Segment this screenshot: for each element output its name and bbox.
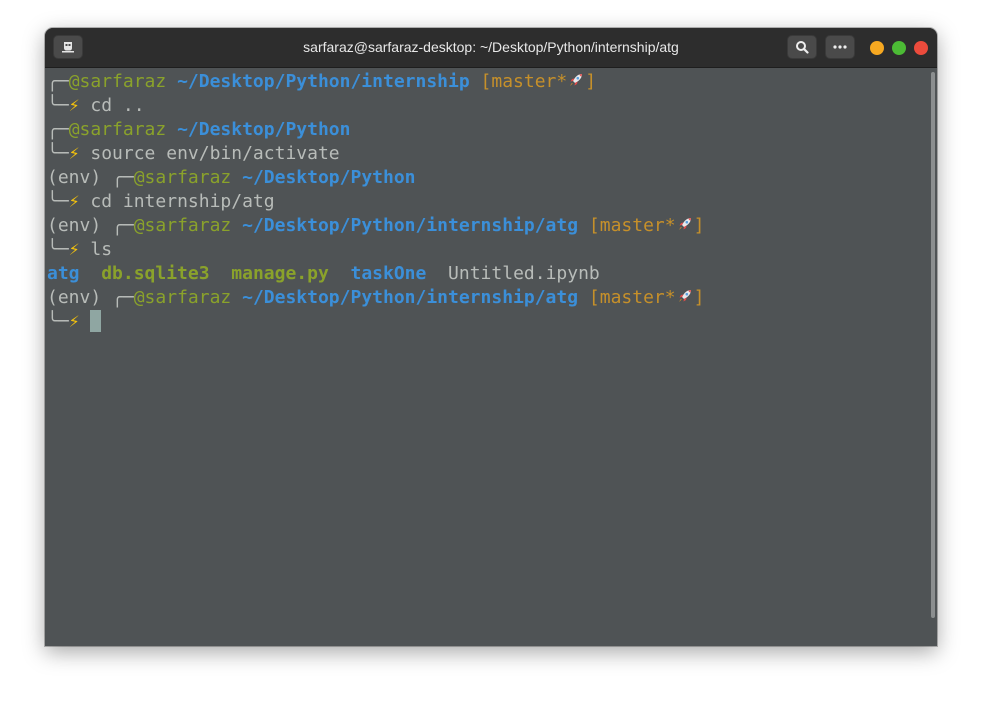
prompt-line: ╭─@sarfaraz ~/Desktop/Python — [47, 118, 929, 142]
command-text: cd internship/atg — [90, 191, 275, 212]
terminal-output[interactable]: ╭─@sarfaraz ~/Desktop/Python/internship … — [45, 68, 929, 646]
command-text: cd .. — [90, 95, 145, 116]
branch-close: ] — [693, 287, 705, 308]
box-corner-top: ╭─ — [112, 215, 134, 236]
command-line: ╰─⚡ cd internship/atg — [47, 190, 929, 214]
scrollbar-thumb[interactable] — [931, 72, 935, 618]
rocket-icon — [678, 290, 691, 302]
prompt-user: @sarfaraz — [68, 119, 167, 140]
lightning-icon: ⚡ — [68, 95, 80, 116]
prompt-user: @sarfaraz — [133, 215, 232, 236]
ls-exe-entry: db.sqlite3 — [101, 263, 210, 284]
new-tab-button[interactable] — [53, 35, 83, 59]
rocket-icon — [678, 218, 691, 230]
minimize-dot-icon[interactable] — [870, 41, 884, 55]
box-corner-bottom: ╰─ — [47, 311, 69, 332]
terminal-tab-icon — [62, 42, 74, 53]
branch-close: ] — [693, 215, 705, 236]
prompt-user: @sarfaraz — [68, 71, 167, 92]
prompt-path: ~/Desktop/Python/internship — [177, 71, 470, 92]
maximize-dot-icon[interactable] — [892, 41, 906, 55]
more-menu-icon — [833, 45, 847, 49]
box-corner-bottom: ╰─ — [47, 143, 69, 164]
ls-dir-entry: taskOne — [350, 263, 427, 284]
title-bar[interactable]: sarfaraz@sarfaraz-desktop: ~/Desktop/Pyt… — [45, 28, 937, 68]
prompt-user: @sarfaraz — [133, 167, 232, 188]
prompt-line: (env) ╭─@sarfaraz ~/Desktop/Python/inter… — [47, 286, 929, 310]
prompt-path: ~/Desktop/Python — [177, 119, 351, 140]
venv-indicator: (env) — [47, 167, 113, 188]
branch-label: [master* — [588, 215, 676, 236]
prompt-line: ╭─@sarfaraz ~/Desktop/Python/internship … — [47, 70, 929, 94]
command-text: ls — [90, 239, 113, 260]
git-branch: [master*] — [589, 215, 705, 236]
search-button[interactable] — [787, 35, 817, 59]
terminal-window: sarfaraz@sarfaraz-desktop: ~/Desktop/Pyt… — [45, 28, 937, 646]
command-line: ╰─⚡ source env/bin/activate — [47, 142, 929, 166]
lightning-icon: ⚡ — [68, 239, 80, 260]
text-cursor — [90, 310, 102, 332]
ls-exe-entry: manage.py — [231, 263, 329, 284]
prompt-line: (env) ╭─@sarfaraz ~/Desktop/Python — [47, 166, 929, 190]
branch-label: [master* — [588, 287, 676, 308]
box-corner-top: ╭─ — [47, 119, 69, 140]
rocket-icon — [570, 74, 583, 86]
prompt-path: ~/Desktop/Python — [242, 167, 416, 188]
search-icon — [796, 41, 809, 54]
scrollbar[interactable] — [929, 68, 937, 646]
branch-close: ] — [585, 71, 597, 92]
prompt-path: ~/Desktop/Python/internship/atg — [242, 287, 579, 308]
ls-file-entry: Untitled.ipynb — [448, 263, 600, 284]
command-line[interactable]: ╰─⚡ — [47, 310, 929, 334]
venv-indicator: (env) — [47, 215, 113, 236]
prompt-line: (env) ╭─@sarfaraz ~/Desktop/Python/inter… — [47, 214, 929, 238]
command-line: ╰─⚡ ls — [47, 238, 929, 262]
box-corner-bottom: ╰─ — [47, 95, 69, 116]
ls-output: atg db.sqlite3 manage.py taskOne Untitle… — [47, 262, 929, 286]
box-corner-top: ╭─ — [112, 167, 134, 188]
box-corner-bottom: ╰─ — [47, 191, 69, 212]
lightning-icon: ⚡ — [68, 143, 80, 164]
lightning-icon: ⚡ — [68, 311, 80, 332]
git-branch: [master*] — [589, 287, 705, 308]
command-line: ╰─⚡ cd .. — [47, 94, 929, 118]
close-dot-icon[interactable] — [914, 41, 928, 55]
command-text: source env/bin/activate — [90, 143, 340, 164]
venv-indicator: (env) — [47, 287, 113, 308]
prompt-path: ~/Desktop/Python/internship/atg — [242, 215, 579, 236]
box-corner-bottom: ╰─ — [47, 239, 69, 260]
branch-label: [master* — [480, 71, 568, 92]
prompt-user: @sarfaraz — [133, 287, 232, 308]
box-corner-top: ╭─ — [47, 71, 69, 92]
box-corner-top: ╭─ — [112, 287, 134, 308]
git-branch: [master*] — [481, 71, 597, 92]
lightning-icon: ⚡ — [68, 191, 80, 212]
ls-dir-entry: atg — [47, 263, 80, 284]
menu-button[interactable] — [825, 35, 855, 59]
